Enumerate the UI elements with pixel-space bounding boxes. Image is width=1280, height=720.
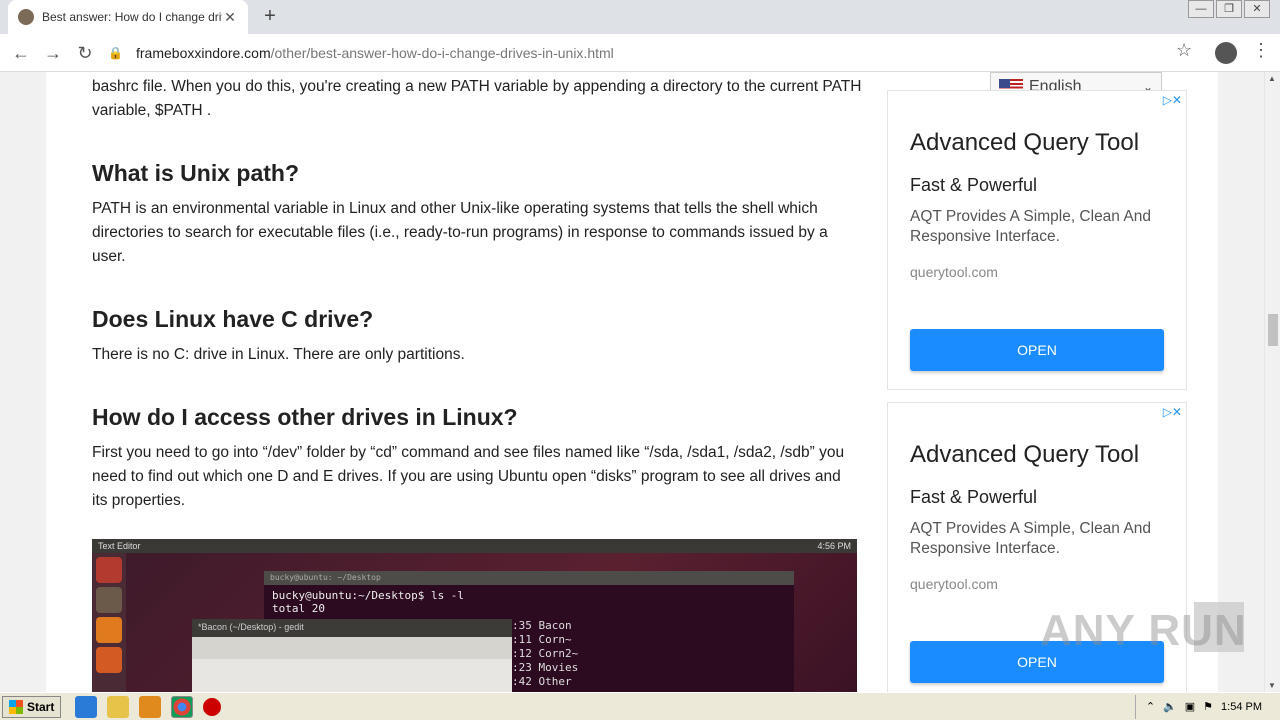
launcher-icon — [96, 617, 122, 643]
listing-row: :11 Corn~ — [512, 633, 572, 646]
article-paragraph: bashrc file. When you do this, you're cr… — [92, 78, 862, 119]
ad-description: AQT Provides A Simple, Clean And Respons… — [910, 208, 1151, 245]
restore-button[interactable]: ❐ — [1216, 0, 1242, 18]
minimize-button[interactable]: — — [1188, 0, 1214, 18]
url-host: frameboxxindore.com — [136, 45, 271, 61]
adchoices-icon[interactable]: ▷✕ — [1163, 93, 1182, 107]
network-icon[interactable]: ▣ — [1185, 700, 1195, 713]
back-arrow-icon[interactable]: ← — [8, 40, 34, 66]
gedit-window: *Bacon (~/Desktop) - gedit — [192, 619, 512, 692]
start-button[interactable]: Start — [2, 695, 62, 718]
terminal-titlebar: bucky@ubuntu: ~/Desktop — [264, 571, 794, 585]
scroll-thumb[interactable] — [1268, 314, 1278, 346]
windows-taskbar: Start ⌃ 🔈 ▣ ⚑ 1:54 PM — [0, 692, 1280, 720]
flag-icon[interactable]: ⚑ — [1203, 700, 1213, 713]
ubuntu-clock: 4:56 PM — [817, 541, 851, 551]
listing-row: :42 Other — [512, 675, 572, 688]
ad-subtitle: Fast & Powerful — [910, 175, 1038, 195]
scroll-up-icon[interactable]: ▲ — [1268, 74, 1276, 83]
page-scrollbar[interactable]: ▲ ▼ — [1264, 72, 1280, 692]
media-player-icon[interactable] — [139, 695, 162, 718]
tab-close-icon[interactable]: ✕ — [222, 9, 238, 26]
tab-title: Best answer: How do I change drive — [42, 10, 222, 24]
gedit-titlebar: *Bacon (~/Desktop) - gedit — [192, 619, 512, 637]
close-window-button[interactable]: ✕ — [1244, 0, 1270, 18]
ad-subtitle: Fast & Powerful — [910, 487, 1038, 507]
ubuntu-app-title: Text Editor — [98, 541, 141, 551]
new-tab-button[interactable]: + — [258, 4, 282, 28]
browser-tab[interactable]: Best answer: How do I change drive ✕ — [8, 0, 248, 34]
anyrun-watermark: ANY RUN — [1040, 606, 1247, 655]
ad-title: Advanced Query Tool — [910, 129, 1140, 156]
ad-domain: querytool.com — [910, 576, 998, 592]
windows-logo-icon — [9, 699, 23, 714]
window-controls: — ❐ ✕ — [1186, 0, 1270, 18]
browser-toolbar: ← → ↻ 🔒 frameboxxindore.com/other/best-a… — [0, 34, 1280, 72]
system-tray: ⌃ 🔈 ▣ ⚑ 1:54 PM — [1134, 694, 1280, 719]
ie-icon[interactable] — [75, 695, 98, 718]
explorer-folder-icon[interactable] — [107, 695, 130, 718]
ad-card[interactable]: ▷✕ Advanced Query Tool Fast & Powerful A… — [887, 90, 1187, 390]
ubuntu-launcher — [92, 553, 126, 692]
listing-row: :12 Corn2~ — [512, 647, 579, 660]
terminal-prompt: bucky@ubuntu:~/Desktop$ ls -l — [272, 589, 465, 602]
terminal-listing: :35 Bacon :11 Corn~ :12 Corn2~ :23 Movie… — [512, 619, 578, 689]
ad-domain: querytool.com — [910, 264, 998, 280]
launcher-icon — [96, 647, 122, 673]
browser-menu-icon[interactable]: ⋮ — [1252, 40, 1270, 61]
listing-row: :35 Bacon — [512, 619, 572, 632]
chrome-icon[interactable] — [171, 695, 194, 718]
browser-titlebar: Best answer: How do I change drive ✕ + —… — [0, 0, 1280, 34]
terminal-total: total 20 — [272, 602, 325, 615]
security-alert-icon[interactable] — [203, 697, 222, 716]
section-heading: What is Unix path? — [92, 160, 299, 186]
volume-icon[interactable]: 🔈 — [1163, 700, 1177, 713]
start-label: Start — [27, 699, 55, 714]
launcher-icon — [96, 587, 122, 613]
adchoices-icon[interactable]: ▷✕ — [1163, 405, 1182, 419]
ad-open-button[interactable]: OPEN — [910, 329, 1164, 371]
profile-avatar-icon[interactable] — [1215, 42, 1237, 64]
article-paragraph: There is no C: drive in Linux. There are… — [92, 346, 465, 363]
bookmark-star-icon[interactable]: ☆ — [1176, 40, 1192, 61]
lock-icon: 🔒 — [108, 46, 123, 60]
forward-arrow-icon[interactable]: → — [40, 40, 66, 66]
section-heading: Does Linux have C drive? — [92, 306, 374, 332]
ad-title: Advanced Query Tool — [910, 441, 1140, 468]
ubuntu-topbar: Text Editor 4:56 PM — [92, 539, 857, 553]
listing-row: :23 Movies — [512, 661, 579, 674]
ubuntu-screenshot-image: Text Editor 4:56 PM bucky@ubuntu: ~/Desk… — [92, 539, 857, 692]
scroll-down-icon[interactable]: ▼ — [1268, 681, 1276, 690]
tray-expand-icon[interactable]: ⌃ — [1146, 700, 1155, 713]
section-heading: How do I access other drives in Linux? — [92, 404, 518, 430]
article-paragraph: First you need to go into “/dev” folder … — [92, 444, 845, 509]
launcher-icon — [96, 557, 122, 583]
article-paragraph: PATH is an environmental variable in Lin… — [92, 200, 828, 265]
reload-icon[interactable]: ↻ — [72, 40, 98, 66]
ad-description: AQT Provides A Simple, Clean And Respons… — [910, 520, 1151, 557]
site-favicon-icon — [18, 9, 34, 25]
page-container: bashrc file. When you do this, you're cr… — [46, 72, 1218, 692]
url-path: /other/best-answer-how-do-i-change-drive… — [270, 45, 614, 61]
page-viewport: bashrc file. When you do this, you're cr… — [0, 72, 1280, 692]
clock: 1:54 PM — [1221, 700, 1262, 713]
address-bar[interactable]: 🔒 frameboxxindore.com/other/best-answer-… — [108, 39, 1208, 67]
gedit-toolbar — [192, 637, 512, 659]
